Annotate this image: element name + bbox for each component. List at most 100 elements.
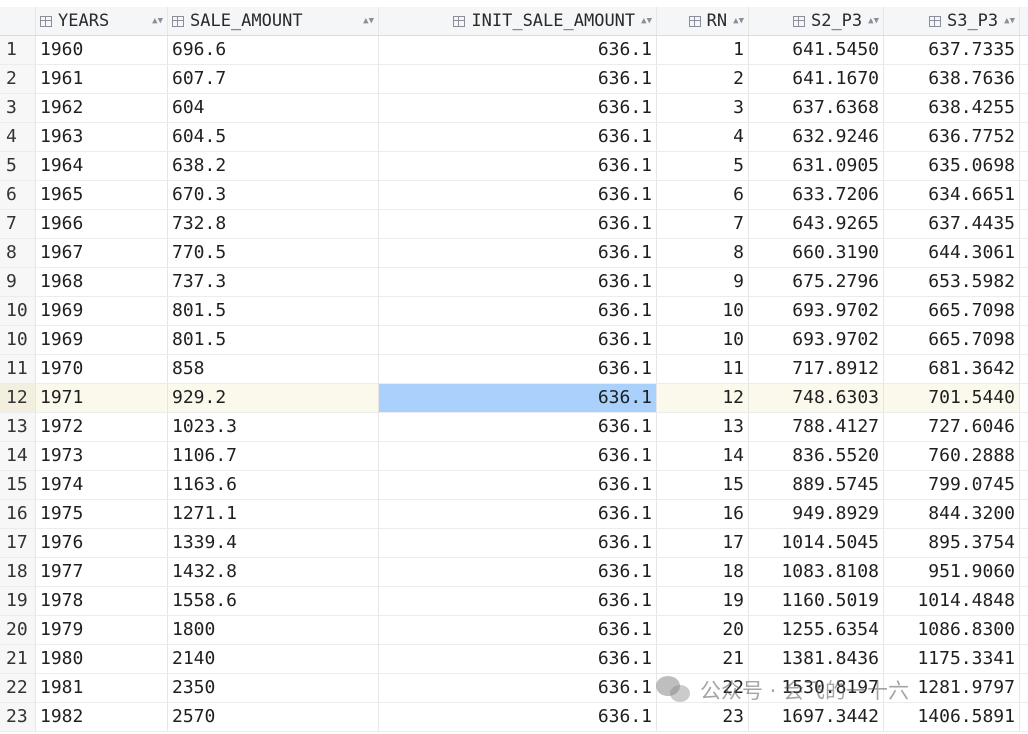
table-row[interactable]: 10 1969 801.5 636.1 10 693.9702 665.7098 xyxy=(0,326,1028,355)
cell-init-sale-amount[interactable]: 636.1 xyxy=(379,616,657,644)
cell-sale-amount[interactable]: 604.5 xyxy=(168,123,379,151)
row-number-cell[interactable]: 1 xyxy=(0,36,36,64)
row-number-header[interactable] xyxy=(0,7,36,35)
row-number-cell[interactable]: 19 xyxy=(0,587,36,615)
table-row[interactable]: 5 1964 638.2 636.1 5 631.0905 635.0698 xyxy=(0,152,1028,181)
cell-years[interactable]: 1978 xyxy=(36,587,168,615)
cell-years[interactable]: 1976 xyxy=(36,529,168,557)
cell-years[interactable]: 1969 xyxy=(36,326,168,354)
cell-years[interactable]: 1977 xyxy=(36,558,168,586)
column-header-s2-p3[interactable]: S2_P3 ▲▼ xyxy=(749,7,884,35)
cell-rn[interactable]: 16 xyxy=(657,500,749,528)
cell-years[interactable]: 1975 xyxy=(36,500,168,528)
cell-s2-p3[interactable]: 836.5520 xyxy=(749,442,884,470)
cell-sale-amount[interactable]: 696.6 xyxy=(168,36,379,64)
column-header-init-sale-amount[interactable]: INIT_SALE_AMOUNT ▲▼ xyxy=(379,7,657,35)
cell-sale-amount[interactable]: 1339.4 xyxy=(168,529,379,557)
cell-init-sale-amount[interactable]: 636.1 xyxy=(379,268,657,296)
cell-s3-p3[interactable]: 1406.5891 xyxy=(884,703,1020,731)
cell-init-sale-amount[interactable]: 636.1 xyxy=(379,471,657,499)
cell-s3-p3[interactable]: 1086.8300 xyxy=(884,616,1020,644)
cell-years[interactable]: 1963 xyxy=(36,123,168,151)
cell-s3-p3[interactable]: 665.7098 xyxy=(884,297,1020,325)
cell-rn[interactable]: 12 xyxy=(657,384,749,412)
cell-s3-p3[interactable]: 951.9060 xyxy=(884,558,1020,586)
cell-rn[interactable]: 7 xyxy=(657,210,749,238)
table-row[interactable]: 11 1970 858 636.1 11 717.8912 681.3642 xyxy=(0,355,1028,384)
cell-years[interactable]: 1967 xyxy=(36,239,168,267)
cell-rn[interactable]: 23 xyxy=(657,703,749,731)
cell-years[interactable]: 1961 xyxy=(36,65,168,93)
cell-s2-p3[interactable]: 1255.6354 xyxy=(749,616,884,644)
cell-years[interactable]: 1974 xyxy=(36,471,168,499)
cell-sale-amount[interactable]: 1163.6 xyxy=(168,471,379,499)
cell-s2-p3[interactable]: 1160.5019 xyxy=(749,587,884,615)
cell-s3-p3[interactable]: 760.2888 xyxy=(884,442,1020,470)
cell-s3-p3[interactable]: 635.0698 xyxy=(884,152,1020,180)
row-number-cell[interactable]: 15 xyxy=(0,471,36,499)
cell-sale-amount[interactable]: 801.5 xyxy=(168,297,379,325)
cell-s3-p3[interactable]: 653.5982 xyxy=(884,268,1020,296)
cell-s2-p3[interactable]: 748.6303 xyxy=(749,384,884,412)
cell-s3-p3[interactable]: 701.5440 xyxy=(884,384,1020,412)
column-header-rn[interactable]: RN ▲▼ xyxy=(657,7,749,35)
row-number-cell[interactable]: 10 xyxy=(0,297,36,325)
sort-icon[interactable]: ▲▼ xyxy=(733,7,744,35)
cell-rn[interactable]: 20 xyxy=(657,616,749,644)
cell-init-sale-amount[interactable]: 636.1 xyxy=(379,65,657,93)
cell-s2-p3[interactable]: 660.3190 xyxy=(749,239,884,267)
cell-sale-amount[interactable]: 1106.7 xyxy=(168,442,379,470)
cell-years[interactable]: 1982 xyxy=(36,703,168,731)
cell-s2-p3[interactable]: 641.1670 xyxy=(749,65,884,93)
cell-s3-p3[interactable]: 895.3754 xyxy=(884,529,1020,557)
cell-s2-p3[interactable]: 1530.8197 xyxy=(749,674,884,702)
cell-s2-p3[interactable]: 693.9702 xyxy=(749,297,884,325)
cell-init-sale-amount[interactable]: 636.1 xyxy=(379,413,657,441)
cell-init-sale-amount[interactable]: 636.1 xyxy=(379,442,657,470)
cell-rn[interactable]: 9 xyxy=(657,268,749,296)
cell-rn[interactable]: 18 xyxy=(657,558,749,586)
cell-s2-p3[interactable]: 643.9265 xyxy=(749,210,884,238)
row-number-cell[interactable]: 6 xyxy=(0,181,36,209)
sort-icon[interactable]: ▲▼ xyxy=(363,7,374,35)
cell-init-sale-amount[interactable]: 636.1 xyxy=(379,703,657,731)
cell-s3-p3[interactable]: 681.3642 xyxy=(884,355,1020,383)
sort-icon[interactable]: ▲▼ xyxy=(152,7,163,35)
cell-init-sale-amount[interactable]: 636.1 xyxy=(379,297,657,325)
cell-sale-amount[interactable]: 929.2 xyxy=(168,384,379,412)
cell-s3-p3[interactable]: 637.7335 xyxy=(884,36,1020,64)
row-number-cell[interactable]: 23 xyxy=(0,703,36,731)
row-number-cell[interactable]: 8 xyxy=(0,239,36,267)
cell-years[interactable]: 1960 xyxy=(36,36,168,64)
cell-init-sale-amount[interactable]: 636.1 xyxy=(379,645,657,673)
cell-years[interactable]: 1965 xyxy=(36,181,168,209)
cell-years[interactable]: 1972 xyxy=(36,413,168,441)
cell-years[interactable]: 1970 xyxy=(36,355,168,383)
column-header-s3-p3[interactable]: S3_P3 ▲▼ xyxy=(884,7,1020,35)
cell-init-sale-amount[interactable]: 636.1 xyxy=(379,123,657,151)
cell-s2-p3[interactable]: 788.4127 xyxy=(749,413,884,441)
table-row[interactable]: 17 1976 1339.4 636.1 17 1014.5045 895.3754 xyxy=(0,529,1028,558)
table-row[interactable]: 6 1965 670.3 636.1 6 633.7206 634.6651 xyxy=(0,181,1028,210)
cell-s3-p3[interactable]: 844.3200 xyxy=(884,500,1020,528)
table-row[interactable]: 3 1962 604 636.1 3 637.6368 638.4255 xyxy=(0,94,1028,123)
cell-s2-p3[interactable]: 641.5450 xyxy=(749,36,884,64)
row-number-cell[interactable]: 12 xyxy=(0,384,36,412)
row-number-cell[interactable]: 5 xyxy=(0,152,36,180)
row-number-cell[interactable]: 10 xyxy=(0,326,36,354)
cell-years[interactable]: 1964 xyxy=(36,152,168,180)
sort-icon[interactable]: ▲▼ xyxy=(641,7,652,35)
table-row[interactable]: 10 1969 801.5 636.1 10 693.9702 665.7098 xyxy=(0,297,1028,326)
cell-sale-amount[interactable]: 2570 xyxy=(168,703,379,731)
cell-s2-p3[interactable]: 637.6368 xyxy=(749,94,884,122)
row-number-cell[interactable]: 11 xyxy=(0,355,36,383)
cell-rn[interactable]: 19 xyxy=(657,587,749,615)
table-row[interactable]: 13 1972 1023.3 636.1 13 788.4127 727.6046 xyxy=(0,413,1028,442)
row-number-cell[interactable]: 21 xyxy=(0,645,36,673)
table-row[interactable]: 4 1963 604.5 636.1 4 632.9246 636.7752 xyxy=(0,123,1028,152)
cell-s3-p3[interactable]: 727.6046 xyxy=(884,413,1020,441)
cell-s2-p3[interactable]: 1381.8436 xyxy=(749,645,884,673)
cell-rn[interactable]: 1 xyxy=(657,36,749,64)
table-row[interactable]: 15 1974 1163.6 636.1 15 889.5745 799.0745 xyxy=(0,471,1028,500)
cell-rn[interactable]: 6 xyxy=(657,181,749,209)
